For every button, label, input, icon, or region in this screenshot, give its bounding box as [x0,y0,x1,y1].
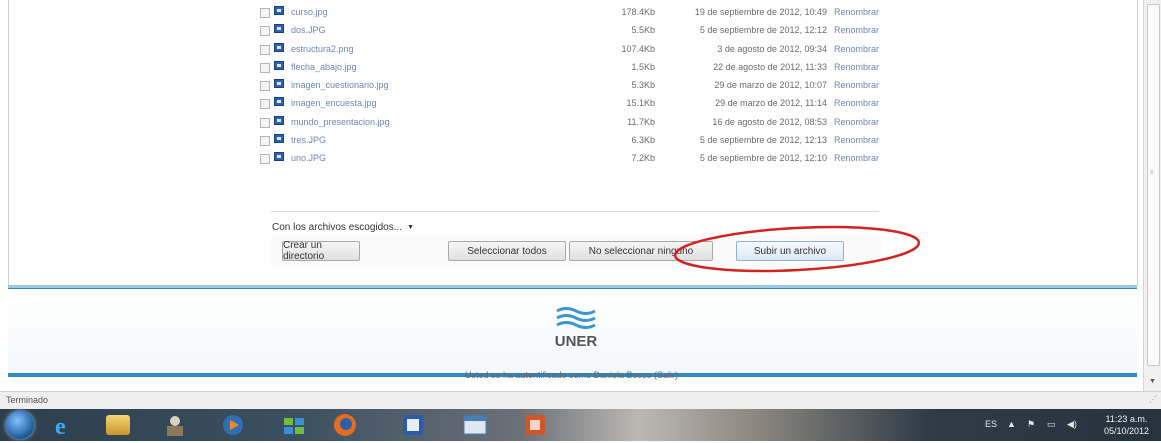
word-icon[interactable] [398,412,428,438]
scroll-down-icon[interactable]: ▼ [1149,378,1156,385]
svg-text:e: e [55,414,66,438]
powerpoint-icon[interactable] [520,412,550,438]
media-player-icon[interactable] [218,412,248,438]
windows-taskbar: e ES ▲ ⚑ ▭ ◀) 11:23 a.m. 05/10/2012 [0,409,1161,441]
folder-icon[interactable] [106,415,130,435]
clock-time: 11:23 a.m. [1105,414,1148,424]
scrollbar-grip-icon: ≡ [1150,170,1154,176]
internet-explorer-icon[interactable]: e [48,412,78,440]
scrollbar-thumb[interactable] [1147,4,1160,366]
logo-text: UNER [554,333,598,350]
language-indicator[interactable]: ES [985,419,997,429]
action-center-flag-icon[interactable]: ⚑ [1027,419,1035,430]
system-tray: ES ▲ ⚑ ▭ ◀) 11:23 a.m. 05/10/2012 [931,409,1161,441]
tray-arrow-icon[interactable]: ▲ [1007,419,1016,429]
network-icon[interactable] [280,412,310,438]
volume-icon[interactable]: ◀) [1067,419,1077,430]
highlight-circle [673,225,921,273]
clock[interactable]: 11:23 a.m. 05/10/2012 [1104,413,1149,437]
media-center-icon[interactable] [160,412,190,438]
uner-logo: UNER [548,303,604,363]
login-info[interactable]: Usted se ha autentificado como Daniela B… [0,370,1143,380]
start-button[interactable] [6,411,34,439]
clock-date: 05/10/2012 [1103,426,1149,436]
firefox-icon[interactable] [330,412,360,438]
resize-grip-icon[interactable]: ⋰ [1149,395,1157,404]
window-app-icon[interactable] [460,412,490,438]
browser-page: curso.jpg 178.4Kb 19 de septiembre de 2012… [0,0,1143,391]
browser-statusbar: Terminado ⋰ [0,391,1161,409]
status-text: Terminado [6,395,49,405]
vertical-scrollbar[interactable]: ≡ ▼ [1143,0,1161,391]
waves-icon [556,307,596,329]
network-tray-icon[interactable]: ▭ [1047,419,1056,430]
